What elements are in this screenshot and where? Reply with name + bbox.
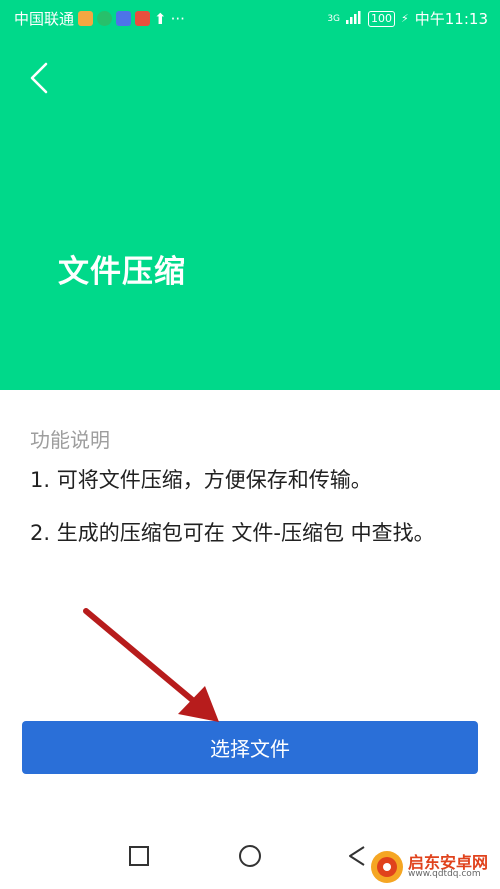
notification-app-icon: [97, 11, 113, 26]
more-notifications-icon: ···: [170, 9, 185, 28]
battery-level: 100: [371, 11, 393, 25]
charging-icon: ⚡: [401, 12, 409, 25]
watermark-badge-icon: [371, 851, 403, 883]
square-icon[interactable]: [121, 838, 157, 874]
chevron-left-icon[interactable]: [20, 55, 60, 101]
upload-icon: ⬆: [154, 9, 167, 28]
header-banner: [0, 0, 500, 390]
back-button[interactable]: [20, 55, 60, 101]
signal-icon: [346, 10, 362, 28]
status-bar: 中国联通 ⬆ ··· 3G 100 ⚡ 中午11:13: [0, 0, 500, 34]
notification-app-icon: [135, 11, 151, 26]
watermark-url: www.qdtdq.com: [408, 869, 481, 879]
section-heading: 功能说明: [30, 428, 110, 452]
watermark-logo: 启东安卓网 www.qdtdq.com: [370, 847, 498, 887]
page-title: 文件压缩: [58, 254, 186, 290]
circle-icon[interactable]: [232, 838, 268, 874]
description-item: 1. 可将文件压缩，方便保存和传输。: [30, 468, 372, 492]
select-file-button[interactable]: 选择文件: [22, 721, 478, 774]
battery-icon: 100: [368, 10, 396, 27]
notification-app-icon: [116, 11, 132, 26]
clock: 中午11:13: [414, 10, 488, 28]
notification-app-icon: [78, 11, 94, 26]
carrier-label: 中国联通: [14, 10, 75, 28]
description-item: 2. 生成的压缩包可在 文件-压缩包 中查找。: [30, 521, 435, 545]
network-type: 3G: [327, 13, 341, 24]
